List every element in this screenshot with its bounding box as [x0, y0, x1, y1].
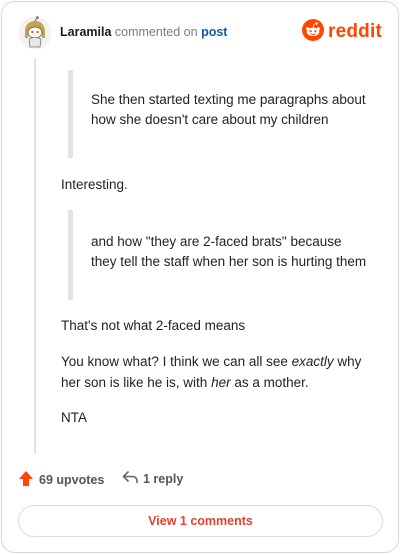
- comment-paragraph: That's not what 2-faced means: [61, 318, 246, 333]
- text-segment: You know what? I think we can all see: [61, 354, 292, 369]
- blockquote: She then started texting me paragraphs a…: [68, 70, 368, 158]
- reply-count: 1 reply: [143, 471, 184, 486]
- text-segment: as a mother.: [230, 375, 309, 390]
- reply-button[interactable]: 1 reply: [122, 470, 183, 487]
- comment-paragraph: Interesting.: [61, 177, 128, 192]
- comment-paragraph: You know what? I think we can all see ex…: [61, 351, 381, 393]
- comment-header: Laramila commented on post reddit: [18, 16, 384, 52]
- reddit-logo[interactable]: reddit: [302, 18, 382, 46]
- quote-text: and how "they are 2-faced brats" because…: [91, 234, 367, 269]
- snoo-avatar-icon[interactable]: [18, 16, 52, 50]
- view-comments-button[interactable]: View 1 comments: [18, 505, 383, 537]
- upvote-count: 69 upvotes: [39, 473, 105, 487]
- upvote-arrow-icon: [18, 470, 39, 490]
- reply-arrow-icon: [122, 470, 143, 487]
- thread-line[interactable]: [34, 58, 36, 454]
- blockquote: and how "they are 2-faced brats" because…: [68, 210, 368, 300]
- reddit-alien-icon: [302, 18, 325, 46]
- post-link[interactable]: post: [201, 25, 227, 39]
- emphasis-text: her: [211, 375, 231, 390]
- emphasis-text: exactly: [291, 354, 334, 369]
- upvote-button[interactable]: 69 upvotes: [18, 470, 104, 490]
- username-link[interactable]: Laramila: [60, 25, 111, 39]
- action-text: commented on: [114, 25, 198, 39]
- comment-actions: 69 upvotes 1 reply: [18, 470, 382, 492]
- comment-meta: Laramila commented on post: [60, 25, 227, 39]
- comment-paragraph: NTA: [61, 410, 87, 425]
- reddit-wordmark: reddit: [328, 21, 382, 42]
- quote-text: She then started texting me paragraphs a…: [91, 92, 366, 127]
